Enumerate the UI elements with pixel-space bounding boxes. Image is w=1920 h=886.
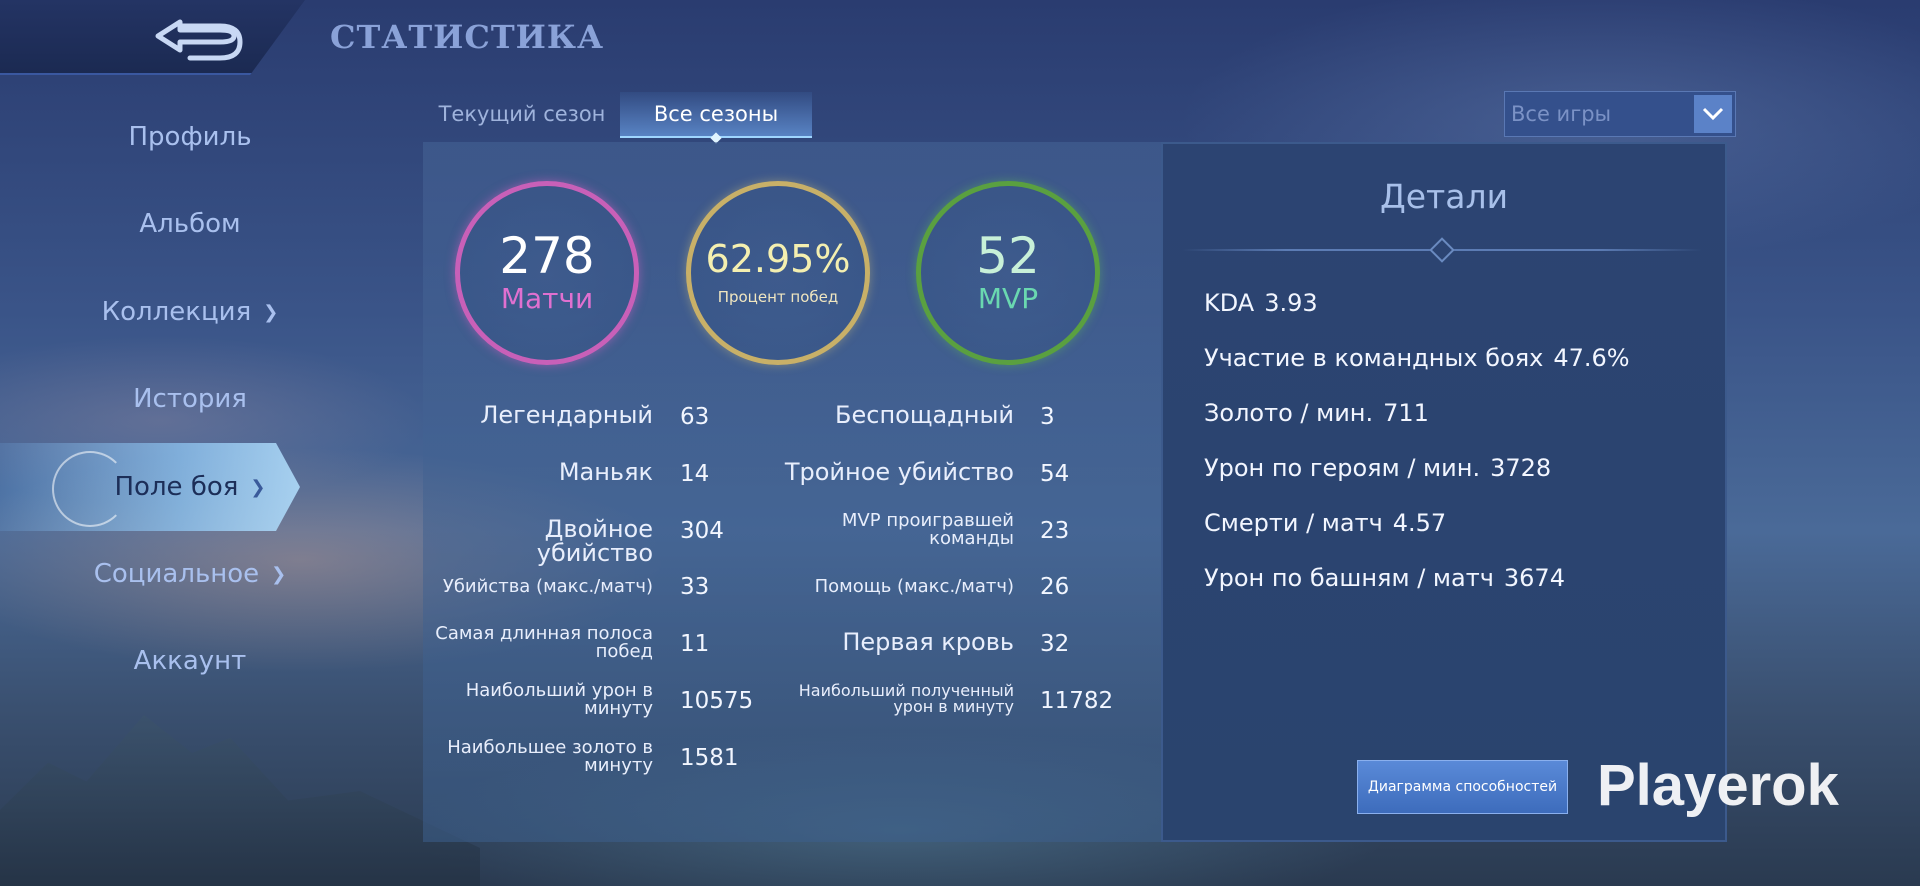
detail-value: 3674 xyxy=(1503,564,1565,592)
stat-label: Беспощадный xyxy=(835,401,1014,429)
sidebar-item-account[interactable]: Аккаунт xyxy=(0,633,380,689)
stat-label: Наибольший урон в минуту xyxy=(465,680,653,719)
winrate-circle: 62.95% Процент побед xyxy=(686,181,870,365)
active-ornament-icon xyxy=(52,451,128,527)
sidebar-item-album[interactable]: Альбом xyxy=(0,196,380,252)
watermark-logo: Playerok xyxy=(1597,753,1839,818)
sidebar-item-battlefield[interactable]: Поле боя ❯ xyxy=(0,443,300,531)
sidebar-item-label: Профиль xyxy=(128,122,252,152)
sidebar-item-label: Коллекция xyxy=(101,297,252,327)
stat-label: Маньяк xyxy=(558,458,653,486)
dropdown-button[interactable] xyxy=(1694,95,1732,133)
detail-label: Смерти / матч xyxy=(1204,509,1383,537)
sidebar-item-label: Социальное xyxy=(93,559,260,589)
sidebar-item-social[interactable]: Социальное ❯ xyxy=(0,546,380,602)
stat-value: 10575 xyxy=(680,688,754,714)
stat-label: Помощь (макс./матч) xyxy=(814,576,1014,597)
stat-value: 1581 xyxy=(680,745,739,771)
stat-value: 3 xyxy=(1040,404,1055,430)
detail-label: Урон по героям / мин. xyxy=(1204,454,1481,482)
detail-label: Участие в командных боях xyxy=(1204,344,1544,372)
detail-row: Урон по героям / мин. 3728 xyxy=(1204,454,1551,482)
games-filter-select[interactable]: Все игры xyxy=(1504,91,1736,137)
detail-label: Золото / мин. xyxy=(1204,399,1374,427)
chevron-down-icon: ❯ xyxy=(271,563,287,585)
stat-label: Двойное убийство xyxy=(536,515,653,567)
detail-row: Смерти / матч 4.57 xyxy=(1204,509,1446,537)
stat-label: Наибольший полученный урон в минуту xyxy=(798,681,1014,716)
stat-value: 33 xyxy=(680,574,710,600)
sidebar-item-collection[interactable]: Коллекция ❯ xyxy=(0,284,380,340)
chevron-down-icon: ❯ xyxy=(263,301,279,323)
detail-label: Урон по башням / матч xyxy=(1204,564,1494,592)
back-button[interactable] xyxy=(150,12,246,62)
detail-value: 47.6% xyxy=(1553,344,1630,372)
matches-value: 278 xyxy=(499,226,595,285)
tab-all-seasons[interactable]: Все сезоны xyxy=(620,92,812,144)
sidebar-item-label: История xyxy=(133,384,247,414)
stat-value: 14 xyxy=(680,461,710,487)
detail-value: 3.93 xyxy=(1264,289,1318,317)
sidebar-item-history[interactable]: История xyxy=(0,371,380,427)
detail-value: 4.57 xyxy=(1392,509,1447,537)
detail-value: 3728 xyxy=(1490,454,1552,482)
stat-value: 304 xyxy=(680,518,724,544)
tab-current-season[interactable]: Текущий сезон xyxy=(432,92,612,136)
stat-value: 23 xyxy=(1040,518,1070,544)
detail-row: KDA 3.93 xyxy=(1204,289,1318,317)
detail-row: Участие в командных боях 47.6% xyxy=(1204,344,1630,372)
stat-label: Легендарный xyxy=(480,401,653,429)
stat-value: 11782 xyxy=(1040,688,1114,714)
detail-label: KDA xyxy=(1204,289,1255,317)
tab-label: Все сезоны xyxy=(653,102,779,126)
matches-circle: 278 Матчи xyxy=(455,181,639,365)
sidebar-item-label: Поле боя xyxy=(114,472,239,502)
winrate-value: 62.95% xyxy=(705,237,851,282)
stat-value: 54 xyxy=(1040,461,1070,487)
mvp-value: 52 xyxy=(976,226,1040,285)
stat-label: Убийства (макс./матч) xyxy=(442,576,653,597)
stat-label: Тройное убийство xyxy=(784,458,1014,486)
detail-row: Золото / мин. 711 xyxy=(1204,399,1429,427)
stat-label: MVP проигравшей команды xyxy=(841,510,1014,549)
winrate-caption: Процент побед xyxy=(717,287,839,306)
detail-row: Урон по башням / матч 3674 xyxy=(1204,564,1565,592)
detail-value: 711 xyxy=(1383,399,1429,427)
sidebar-item-label: Аккаунт xyxy=(133,646,247,676)
mvp-caption: MVP xyxy=(977,282,1039,316)
matches-caption: Матчи xyxy=(500,282,594,316)
page-title: СТАТИСТИКА xyxy=(330,18,605,56)
stat-label: Наибольшее золото в минуту xyxy=(447,737,653,776)
stat-value: 26 xyxy=(1040,574,1070,600)
sidebar-item-label: Альбом xyxy=(139,209,241,239)
games-filter-value: Все игры xyxy=(1511,102,1612,126)
skills-chart-button[interactable]: Диаграмма способностей xyxy=(1357,760,1568,814)
details-title: Детали xyxy=(1379,177,1509,216)
stat-label: Первая кровь xyxy=(842,628,1014,656)
back-arrow-icon xyxy=(155,19,243,61)
stat-value: 63 xyxy=(680,404,710,430)
mvp-circle: 52 MVP xyxy=(916,181,1100,365)
stat-value: 32 xyxy=(1040,631,1070,657)
chevron-down-icon xyxy=(1702,107,1724,121)
stat-value: 11 xyxy=(680,631,710,657)
sidebar-item-profile[interactable]: Профиль xyxy=(0,109,380,165)
stat-label: Самая длинная полоса побед xyxy=(435,623,653,662)
chevron-down-icon: ❯ xyxy=(250,476,266,498)
